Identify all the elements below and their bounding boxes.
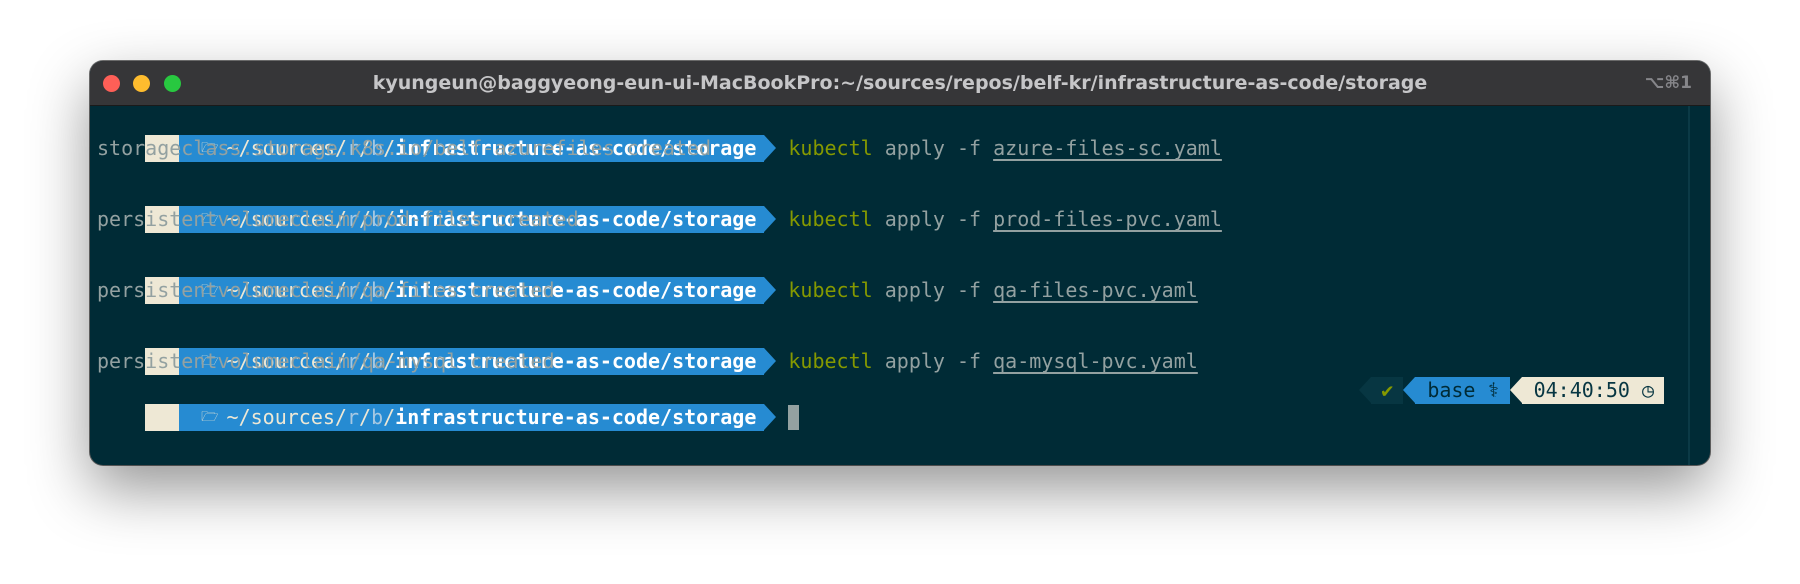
command: kubectl apply -f azure-files-sc.yaml: [788, 136, 1222, 160]
window-title: kyungeun@baggyeong-eun-ui-MacBookPro:~/s…: [372, 72, 1428, 94]
prompt-line: 🗁 ~/sources/r/b/infrastructure-as-code/st…: [97, 250, 1198, 304]
text-cursor[interactable]: [788, 405, 800, 430]
tab-shortcut: ⌥⌘1: [1644, 73, 1692, 93]
prompt-line: 🗁 ~/sources/r/b/infrastructure-as-code/st…: [97, 108, 1222, 162]
terminal-window: kyungeun@baggyeong-eun-ui-MacBookPro:~/s…: [90, 61, 1710, 465]
prompt-line: 🗁 ~/sources/r/b/infrastructure-as-code/st…: [97, 321, 1198, 375]
title-bar: kyungeun@baggyeong-eun-ui-MacBookPro:~/s…: [90, 61, 1710, 106]
command: kubectl apply -f qa-mysql-pvc.yaml: [788, 349, 1198, 373]
active-prompt-line: 🗁 ~/sources/r/b/infrastructure-as-code/st…: [97, 377, 800, 431]
clock-icon: ◷: [1641, 378, 1654, 402]
folder-icon: 🗁: [201, 409, 219, 425]
conda-env-segment: base ⚕: [1403, 377, 1510, 404]
scrollbar[interactable]: [1688, 106, 1690, 465]
path-segment: 🗁 ~/sources/r/b/infrastructure-as-code/st…: [179, 404, 777, 431]
output-line: storageclass.storage.k8s.io/belf-azurefi…: [97, 136, 712, 160]
apple-icon: [145, 404, 192, 431]
output-line: persistentvolumeclaim/qa-mysql created: [97, 349, 555, 373]
status-check-icon: ✔: [1359, 377, 1404, 404]
right-prompt: ✔ base ⚕ 04:40:50 ◷: [1359, 377, 1664, 404]
python-icon: ⚕: [1487, 378, 1500, 402]
output-line: persistentvolumeclaim/prod-files created: [97, 207, 579, 231]
output-line: persistentvolumeclaim/qa-files created: [97, 278, 555, 302]
time-segment: 04:40:50 ◷: [1509, 377, 1664, 404]
command: kubectl apply -f prod-files-pvc.yaml: [788, 207, 1222, 231]
command: kubectl apply -f qa-files-pvc.yaml: [788, 278, 1198, 302]
prompt-line: 🗁 ~/sources/r/b/infrastructure-as-code/st…: [97, 179, 1222, 233]
